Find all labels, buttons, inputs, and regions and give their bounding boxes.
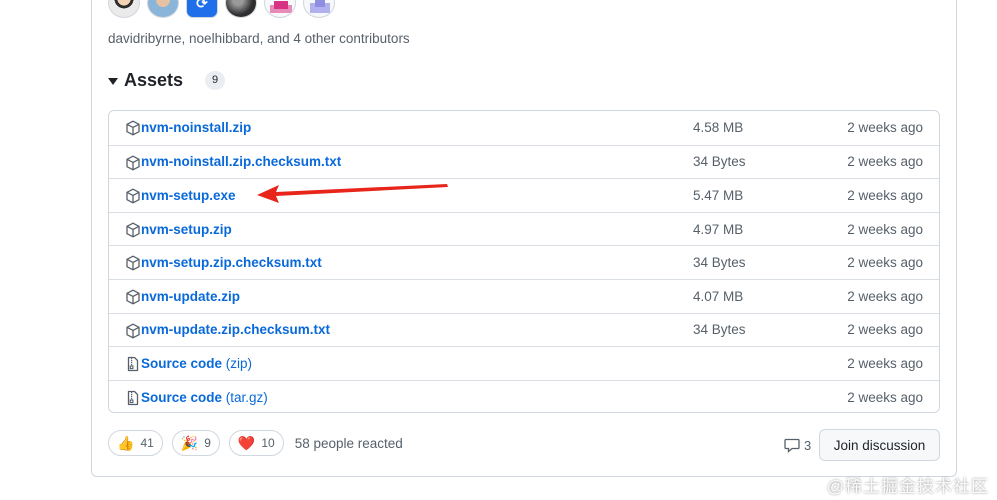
contributors-summary: davidribyrne, noelhibbard, and 4 other c… — [108, 31, 410, 46]
reactions-bar: 👍 41 🎉 9 ❤️ 10 58 people reacted — [108, 430, 403, 456]
reaction-count: 41 — [140, 436, 154, 450]
asset-name: Source code — [141, 389, 223, 405]
heart-icon: ❤️ — [237, 435, 256, 451]
hooray-icon: 🎉 — [180, 435, 199, 451]
reaction-count: 10 — [261, 436, 275, 450]
asset-link[interactable]: Source code (zip) — [141, 356, 252, 371]
asset-size: 34 Bytes — [693, 255, 746, 271]
package-icon — [125, 222, 141, 238]
asset-name: nvm-setup.zip.checksum.txt — [141, 255, 322, 271]
comment-icon — [784, 438, 800, 453]
asset-name: nvm-update.zip — [141, 288, 241, 304]
package-icon — [125, 155, 141, 171]
asset-link[interactable]: nvm-noinstall.zip — [141, 120, 251, 135]
asset-link[interactable]: nvm-update.zip.checksum.txt — [141, 322, 330, 337]
asset-name: nvm-setup.exe — [141, 187, 236, 203]
package-icon — [125, 188, 141, 204]
asset-size: 34 Bytes — [693, 322, 746, 338]
assets-count-badge: 9 — [205, 71, 226, 90]
asset-date: 2 weeks ago — [847, 154, 923, 170]
file-zip-icon — [125, 356, 141, 372]
reaction-thumbs-up[interactable]: 👍 41 — [108, 430, 163, 456]
triangle-down-icon — [108, 78, 118, 85]
asset-date: 2 weeks ago — [847, 255, 923, 271]
asset-date: 2 weeks ago — [847, 355, 923, 371]
reaction-count: 9 — [204, 436, 211, 450]
watermark: @稀土掘金技术社区 — [826, 477, 989, 496]
contributor-avatars: ⟳ — [108, 0, 335, 18]
asset-name: nvm-noinstall.zip — [141, 120, 252, 136]
asset-row: nvm-update.zip 4.07 MB 2 weeks ago — [109, 278, 939, 313]
file-zip-icon — [125, 390, 141, 406]
asset-date: 2 weeks ago — [847, 221, 923, 237]
asset-date: 2 weeks ago — [847, 389, 923, 405]
asset-date: 2 weeks ago — [847, 288, 923, 304]
asset-row: nvm-update.zip.checksum.txt 34 Bytes 2 wee… — [109, 312, 939, 347]
assets-heading: Assets — [124, 70, 184, 90]
asset-date: 2 weeks ago — [847, 187, 923, 203]
asset-size: 4.58 MB — [693, 120, 744, 136]
comment-count[interactable]: 3 — [784, 437, 811, 453]
asset-size: 34 Bytes — [693, 154, 746, 170]
asset-date: 2 weeks ago — [847, 322, 923, 338]
reaction-heart[interactable]: ❤️ 10 — [228, 430, 284, 456]
package-icon — [125, 289, 141, 305]
avatar[interactable] — [303, 0, 335, 18]
asset-link[interactable]: Source code (tar.gz) — [141, 390, 268, 405]
package-icon — [125, 323, 141, 339]
reaction-hooray[interactable]: 🎉 9 — [171, 430, 220, 456]
package-icon — [125, 120, 141, 136]
asset-date: 2 weeks ago — [847, 120, 923, 136]
reactions-summary: 58 people reacted — [294, 435, 403, 451]
asset-row: nvm-noinstall.zip.checksum.txt 34 Bytes 2 … — [109, 144, 939, 179]
avatar[interactable] — [264, 0, 296, 18]
join-discussion-button[interactable]: Join discussion — [819, 429, 940, 461]
asset-format: (tar.gz) — [222, 389, 268, 405]
comment-count-value: 3 — [804, 437, 812, 453]
asset-link[interactable]: nvm-noinstall.zip.checksum.txt — [141, 154, 341, 169]
asset-size: 4.97 MB — [693, 221, 744, 237]
asset-size: 4.07 MB — [693, 288, 744, 304]
asset-row: nvm-noinstall.zip 4.58 MB 2 weeks ago — [109, 111, 939, 145]
asset-link[interactable]: nvm-setup.exe — [141, 188, 236, 203]
package-icon — [125, 255, 141, 271]
asset-size: 5.47 MB — [693, 187, 744, 203]
assets-toggle[interactable]: Assets 9 — [108, 70, 226, 91]
asset-row: nvm-setup.zip.checksum.txt 34 Bytes 2 week… — [109, 245, 939, 279]
asset-row: Source code (zip) 2 weeks ago — [109, 346, 939, 380]
asset-row: nvm-setup.zip 4.97 MB 2 weeks ago — [109, 211, 939, 246]
avatar[interactable]: ⟳ — [186, 0, 218, 18]
thumbs-up-icon: 👍 — [117, 435, 135, 451]
asset-link[interactable]: nvm-setup.zip — [141, 222, 232, 237]
asset-name: nvm-setup.zip — [141, 221, 232, 237]
avatar[interactable] — [225, 0, 257, 18]
asset-name: nvm-update.zip.checksum.txt — [141, 322, 331, 338]
asset-row: Source code (tar.gz) 2 weeks ago — [109, 379, 939, 412]
avatar[interactable] — [108, 0, 140, 18]
asset-format: (zip) — [222, 355, 253, 371]
bot-icon: ⟳ — [196, 0, 208, 11]
asset-link[interactable]: nvm-setup.zip.checksum.txt — [141, 255, 322, 270]
asset-name: Source code — [141, 355, 223, 371]
assets-list: nvm-noinstall.zip 4.58 MB 2 weeks ago nvm-n… — [108, 110, 940, 413]
asset-row: nvm-setup.exe 5.47 MB 2 weeks ago — [109, 178, 939, 212]
asset-link[interactable]: nvm-update.zip — [141, 289, 240, 304]
asset-name: nvm-noinstall.zip.checksum.txt — [141, 154, 342, 170]
avatar[interactable] — [147, 0, 179, 18]
